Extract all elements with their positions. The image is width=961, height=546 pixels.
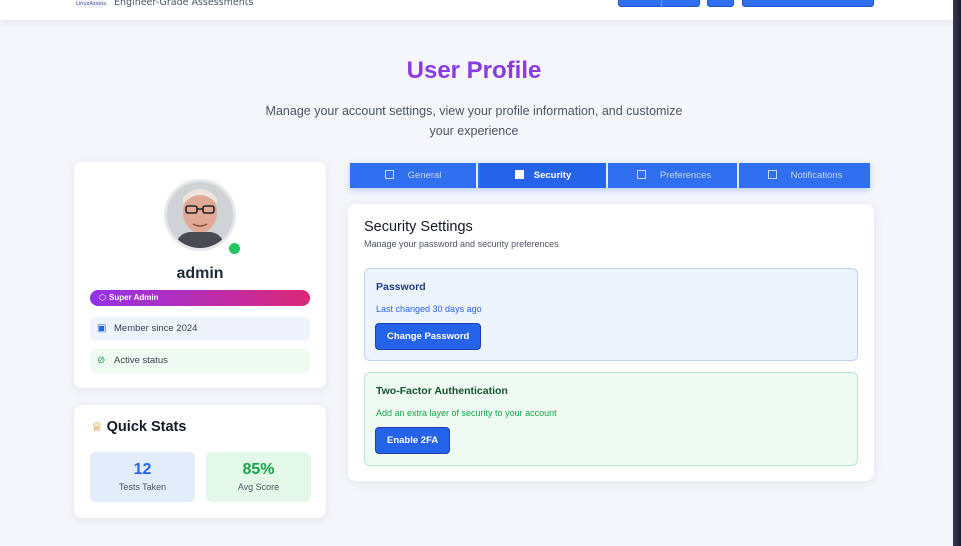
tab-notifications[interactable]: Notifications <box>741 163 869 188</box>
change-password-button[interactable]: Change Password <box>375 323 482 350</box>
enable-2fa-button[interactable]: Enable 2FA <box>375 427 451 454</box>
gear-icon <box>636 170 646 179</box>
security-title: Security Settings <box>364 219 473 235</box>
user-menu-button[interactable] <box>742 0 874 7</box>
active-status-row: ⊘ Active status <box>90 349 310 373</box>
settings-tabs: General Security Preferences Notificatio… <box>350 163 870 188</box>
two-factor-panel: Two-Factor Authentication Add an extra l… <box>364 372 858 466</box>
tab-notifications-label: Notifications <box>790 170 843 181</box>
password-description: Last changed 30 days ago <box>376 304 482 314</box>
user-icon <box>384 170 394 179</box>
shield-icon: ⬡ <box>99 293 106 302</box>
tab-security-label: Security <box>533 170 572 181</box>
member-since-text: Member since 2024 <box>114 323 198 334</box>
avg-score-label: Avg Score <box>237 482 280 492</box>
app-logo[interactable]: LinuxAssess <box>76 0 106 8</box>
security-settings-card: Security Settings Manage your password a… <box>348 204 874 481</box>
tests-taken-value: 12 <box>133 461 152 478</box>
avatar <box>164 179 242 256</box>
window-edge <box>953 0 961 546</box>
tab-security[interactable]: Security <box>480 163 608 188</box>
tab-preferences-label: Preferences <box>659 170 712 181</box>
calendar-icon: ▣ <box>97 323 107 334</box>
quick-stats-card: ♕ Quick Stats 12 Tests Taken 85% Avg Scor… <box>74 405 326 518</box>
quick-stats-title: ♕ Quick Stats <box>91 419 186 435</box>
brand-subtitle: Engineer-Grade Assessments <box>114 0 254 8</box>
role-badge: ⬡ Super Admin <box>90 290 310 306</box>
tests-taken-label: Tests Taken <box>118 482 167 492</box>
trophy-icon: ♕ <box>91 419 103 434</box>
tab-general-label: General <box>407 170 442 181</box>
page-subtitle: Manage your account settings, view your … <box>265 104 683 138</box>
password-panel: Password Last changed 30 days ago Change… <box>364 268 858 361</box>
lock-icon <box>514 170 524 179</box>
check-circle-icon: ⊘ <box>97 355 106 366</box>
two-factor-title: Two-Factor Authentication <box>376 385 508 397</box>
profile-card: admin ⬡ Super Admin ▣ Member since 2024 ⊘… <box>74 162 326 388</box>
tests-taken-stat: 12 Tests Taken <box>90 452 195 502</box>
avg-score-stat: 85% Avg Score <box>206 452 311 502</box>
active-status-text: Active status <box>114 355 168 366</box>
tab-preferences[interactable]: Preferences <box>611 163 739 188</box>
profile-photo <box>164 179 236 251</box>
bell-icon <box>767 170 777 179</box>
tab-general[interactable]: General <box>350 163 478 188</box>
page-title: User Profile <box>406 57 542 84</box>
password-title: Password <box>376 281 426 293</box>
online-status-dot <box>227 241 242 256</box>
role-label: Super Admin <box>108 293 159 302</box>
nav-split-button[interactable] <box>618 0 700 7</box>
top-navbar: LinuxAssess Engineer-Grade Assessments <box>0 0 953 20</box>
two-factor-description: Add an extra layer of security to your a… <box>376 408 557 418</box>
quick-stats-label: Quick Stats <box>106 419 187 435</box>
nav-icon-button[interactable] <box>707 0 734 7</box>
split-divider <box>661 0 662 7</box>
profile-username: admin <box>176 265 224 282</box>
member-since-row: ▣ Member since 2024 <box>90 317 310 341</box>
security-subtitle: Manage your password and security prefer… <box>364 239 559 249</box>
avg-score-value: 85% <box>242 461 275 478</box>
